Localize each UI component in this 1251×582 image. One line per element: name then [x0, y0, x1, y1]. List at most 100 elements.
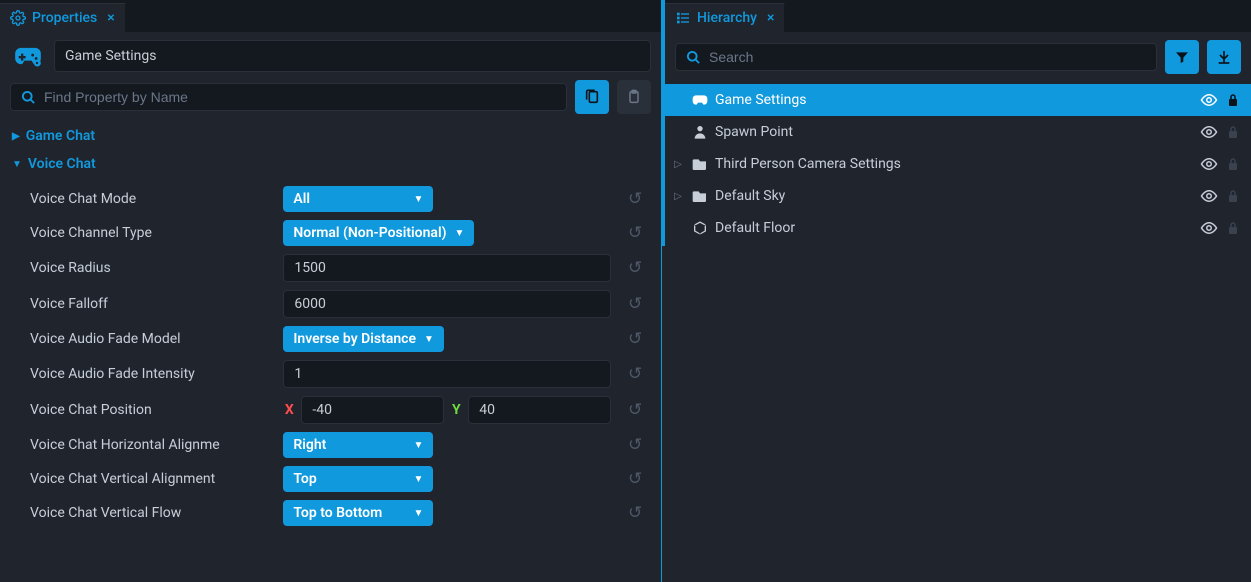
section-game-chat[interactable]: ▶ Game Chat	[0, 122, 661, 150]
revert-button[interactable]: ↺	[621, 469, 649, 489]
voice-falloff-input[interactable]: 6000	[283, 290, 611, 318]
row-voice-channel-type: Voice Channel Type Normal (Non-Positiona…	[0, 216, 661, 250]
row-voice-halign: Voice Chat Horizontal Alignme Right ▼ ↺	[0, 428, 661, 462]
revert-button[interactable]: ↺	[621, 294, 649, 314]
revert-button[interactable]: ↺	[621, 364, 649, 384]
property-search-input[interactable]	[10, 83, 567, 111]
search-icon	[21, 90, 36, 105]
lock-icon[interactable]	[1225, 125, 1241, 139]
dropdown-value: Top	[293, 471, 316, 487]
section-voice-chat[interactable]: ▼ Voice Chat	[0, 150, 661, 178]
prop-label: Voice Chat Vertical Alignment	[30, 471, 273, 487]
lock-icon[interactable]	[1225, 157, 1241, 171]
voice-chat-mode-dropdown[interactable]: All ▼	[283, 186, 433, 212]
prop-label: Voice Falloff	[30, 296, 273, 312]
node-label: Game Settings	[715, 92, 1193, 108]
chevron-right-icon[interactable]: ▷	[671, 159, 685, 170]
section-voice-chat-body: Voice Chat Mode All ▼ ↺ Voice Channel Ty…	[0, 178, 661, 530]
row-voice-radius: Voice Radius 1500 ↺	[0, 250, 661, 286]
folder-icon	[691, 189, 709, 203]
tree-row-default-floor[interactable]: Default Floor	[665, 212, 1251, 244]
tab-properties[interactable]: Properties ×	[0, 3, 126, 32]
search-icon	[686, 50, 701, 65]
voice-halign-dropdown[interactable]: Right ▼	[283, 432, 433, 458]
spawn-icon	[691, 124, 709, 140]
input-value: 1	[294, 366, 302, 382]
dropdown-value: Top to Bottom	[293, 505, 382, 521]
gear-icon	[10, 10, 26, 26]
property-search-row	[0, 80, 661, 122]
tree-row-third-person-camera[interactable]: ▷ Third Person Camera Settings	[665, 148, 1251, 180]
hierarchy-search-input[interactable]	[675, 43, 1157, 71]
revert-button[interactable]: ↺	[621, 329, 649, 349]
visibility-icon[interactable]	[1199, 93, 1219, 107]
row-voice-vflow: Voice Chat Vertical Flow Top to Bottom ▼…	[0, 496, 661, 530]
voice-position-x-input[interactable]: -40	[301, 396, 444, 424]
chevron-right-icon[interactable]: ▷	[671, 191, 685, 202]
row-voice-valign: Voice Chat Vertical Alignment Top ▼ ↺	[0, 462, 661, 496]
visibility-icon[interactable]	[1199, 125, 1219, 139]
filter-button[interactable]	[1165, 40, 1199, 74]
hierarchy-search-text[interactable]	[709, 49, 1146, 65]
collapse-all-button[interactable]	[1207, 40, 1241, 74]
row-voice-falloff: Voice Falloff 6000 ↺	[0, 286, 661, 322]
prop-label: Voice Chat Mode	[30, 191, 273, 207]
visibility-icon[interactable]	[1199, 221, 1219, 235]
voice-position-y-input[interactable]: 40	[468, 396, 611, 424]
hierarchy-tree: Game Settings Spawn Point	[665, 82, 1251, 246]
close-icon[interactable]: ×	[107, 10, 114, 26]
voice-fade-model-dropdown[interactable]: Inverse by Distance ▼	[283, 326, 444, 352]
input-value: 6000	[294, 296, 325, 312]
chevron-right-icon: ▶	[12, 131, 20, 142]
visibility-icon[interactable]	[1199, 189, 1219, 203]
lock-icon[interactable]	[1225, 221, 1241, 235]
paste-button[interactable]	[617, 80, 651, 114]
property-sections: ▶ Game Chat ▼ Voice Chat Voice Chat Mode…	[0, 122, 661, 582]
input-value: -40	[312, 402, 332, 418]
voice-fade-intensity-input[interactable]: 1	[283, 360, 611, 388]
hierarchy-tab-bar: Hierarchy ×	[665, 0, 1251, 32]
dropdown-value: Inverse by Distance	[293, 331, 416, 347]
voice-radius-input[interactable]: 1500	[283, 254, 611, 282]
prop-label: Voice Chat Position	[30, 402, 273, 418]
revert-button[interactable]: ↺	[621, 258, 649, 278]
revert-button[interactable]: ↺	[621, 189, 649, 209]
tree-row-default-sky[interactable]: ▷ Default Sky	[665, 180, 1251, 212]
voice-vflow-dropdown[interactable]: Top to Bottom ▼	[283, 500, 433, 526]
tree-row-spawn-point[interactable]: Spawn Point	[665, 116, 1251, 148]
property-search-text[interactable]	[44, 89, 556, 105]
revert-button[interactable]: ↺	[621, 503, 649, 523]
node-label: Spawn Point	[715, 124, 1193, 140]
row-voice-chat-mode: Voice Chat Mode All ▼ ↺	[0, 182, 661, 216]
revert-button[interactable]: ↺	[621, 435, 649, 455]
axis-x-label: X	[283, 402, 295, 418]
chevron-down-icon: ▼	[413, 440, 423, 451]
dropdown-value: Normal (Non-Positional)	[293, 225, 446, 241]
dropdown-value: Right	[293, 437, 326, 453]
chevron-down-icon: ▼	[413, 194, 423, 205]
revert-button[interactable]: ↺	[621, 400, 649, 420]
object-name-field[interactable]: Game Settings	[54, 40, 651, 72]
object-name-text: Game Settings	[65, 48, 156, 64]
row-voice-fade-intensity: Voice Audio Fade Intensity 1 ↺	[0, 356, 661, 392]
tree-row-game-settings[interactable]: Game Settings	[665, 84, 1251, 116]
copy-button[interactable]	[575, 80, 609, 114]
node-label: Default Sky	[715, 188, 1193, 204]
visibility-icon[interactable]	[1199, 157, 1219, 171]
voice-valign-dropdown[interactable]: Top ▼	[283, 466, 433, 492]
tab-hierarchy[interactable]: Hierarchy ×	[665, 3, 785, 32]
folder-icon	[691, 157, 709, 171]
axis-y-label: Y	[450, 402, 462, 418]
lock-icon[interactable]	[1225, 189, 1241, 203]
properties-tab-bar: Properties ×	[0, 0, 661, 32]
node-label: Default Floor	[715, 220, 1193, 236]
voice-channel-type-dropdown[interactable]: Normal (Non-Positional) ▼	[283, 220, 474, 246]
prop-label: Voice Audio Fade Intensity	[30, 366, 273, 382]
hierarchy-search-row	[665, 32, 1251, 82]
chevron-down-icon: ▼	[12, 159, 22, 170]
node-label: Third Person Camera Settings	[715, 156, 1193, 172]
close-icon[interactable]: ×	[767, 10, 774, 26]
revert-button[interactable]: ↺	[621, 223, 649, 243]
lock-icon[interactable]	[1225, 93, 1241, 107]
prop-label: Voice Channel Type	[30, 225, 273, 241]
